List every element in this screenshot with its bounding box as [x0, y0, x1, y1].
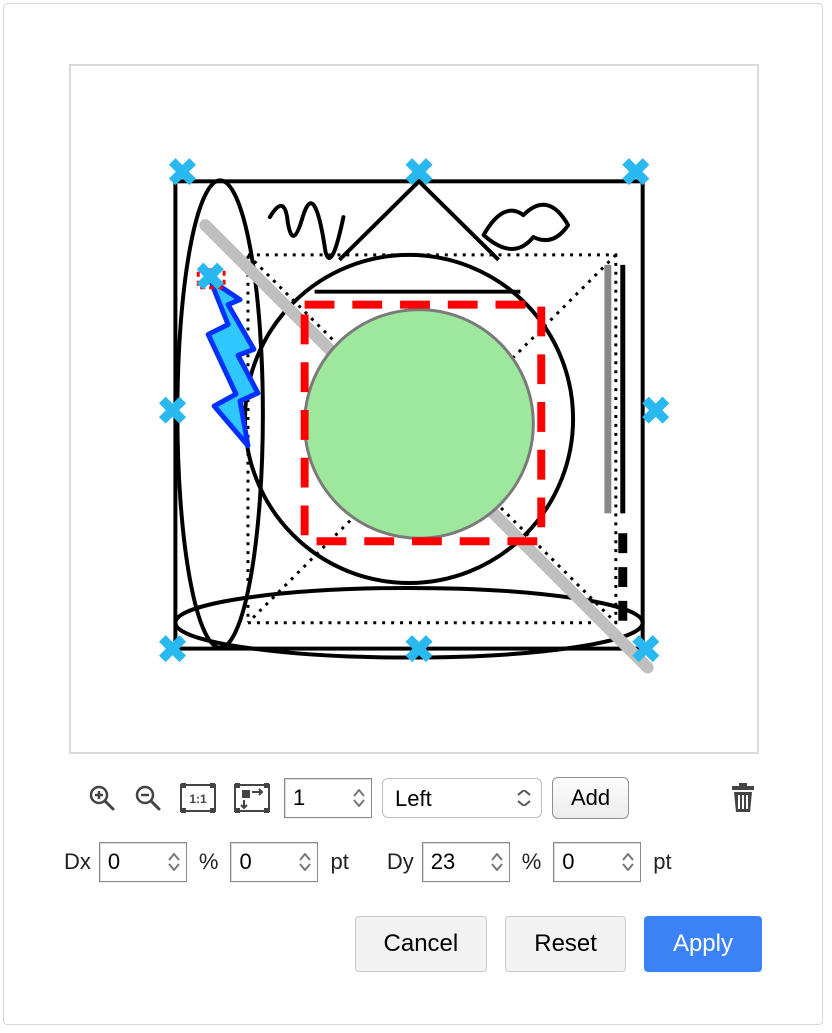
handle-marker[interactable]: ✖ — [630, 630, 662, 672]
pt-unit: pt — [326, 849, 352, 875]
chevron-down-icon — [353, 799, 365, 807]
handle-marker[interactable]: ✖ — [640, 391, 672, 433]
handle-marker[interactable]: ✖ — [403, 630, 435, 672]
chevron-up-icon — [491, 853, 503, 861]
position-select[interactable]: Left — [382, 778, 542, 818]
zoom-out-button[interactable] — [130, 780, 166, 816]
dialog-button-row: Cancel Reset Apply — [4, 882, 822, 972]
preview-svg: ✖ ✖ ✖ ✖ ✖ ✖ ✖ ✖ ✖ — [71, 66, 757, 752]
dx-percent-input[interactable] — [100, 843, 162, 881]
zoom-in-button[interactable] — [84, 780, 120, 816]
offset-row: Dx % pt Dy % — [4, 824, 822, 882]
reset-button[interactable]: Reset — [505, 916, 626, 972]
chevron-up-icon — [622, 853, 634, 861]
handle-marker[interactable]: ✖ — [194, 257, 226, 299]
dx-percent-stepper[interactable] — [162, 843, 186, 881]
chevron-down-icon — [168, 863, 180, 871]
zoom-fit-button[interactable] — [230, 778, 274, 818]
chevron-up-icon — [168, 853, 180, 861]
apply-button[interactable]: Apply — [644, 916, 762, 972]
dx-pt-spinner[interactable] — [230, 842, 318, 882]
dx-pt-input[interactable] — [231, 843, 293, 881]
dy-percent-input[interactable] — [423, 843, 485, 881]
dx-pt-stepper[interactable] — [293, 843, 317, 881]
dy-percent-spinner[interactable] — [422, 842, 510, 882]
chevron-down-icon — [299, 863, 311, 871]
chevron-up-icon — [353, 789, 365, 797]
chevron-down-icon — [491, 863, 503, 871]
handle-marker[interactable]: ✖ — [157, 630, 189, 672]
chevron-up-icon — [299, 853, 311, 861]
zoom-1to1-button[interactable]: 1:1 — [176, 778, 220, 818]
percent-unit: % — [195, 849, 223, 875]
count-stepper[interactable] — [347, 779, 371, 817]
percent-unit-2: % — [518, 849, 546, 875]
handle-marker[interactable]: ✖ — [403, 152, 435, 194]
dx-percent-spinner[interactable] — [99, 842, 187, 882]
dy-label: Dy — [387, 849, 414, 875]
preview-canvas[interactable]: ✖ ✖ ✖ ✖ ✖ ✖ ✖ ✖ ✖ — [69, 64, 759, 754]
handle-marker[interactable]: ✖ — [157, 391, 189, 433]
chevron-down-icon — [622, 863, 634, 871]
zoom-1to1-icon: 1:1 — [180, 782, 216, 814]
zoom-in-icon — [88, 784, 116, 812]
cancel-button[interactable]: Cancel — [355, 916, 488, 972]
trash-icon — [728, 782, 758, 814]
dx-label: Dx — [64, 849, 91, 875]
edit-offsets-dialog: ✖ ✖ ✖ ✖ ✖ ✖ ✖ ✖ ✖ — [3, 3, 823, 1025]
zoom-fit-icon — [234, 782, 270, 814]
count-input[interactable] — [285, 779, 347, 817]
delete-button[interactable] — [724, 778, 762, 818]
handle-marker[interactable]: ✖ — [620, 152, 652, 194]
dy-pt-spinner[interactable] — [553, 842, 641, 882]
toolbar: 1:1 Left Add — [4, 772, 822, 824]
pt-unit-2: pt — [649, 849, 675, 875]
svg-text:1:1: 1:1 — [189, 792, 207, 806]
handle-marker[interactable]: ✖ — [167, 152, 199, 194]
dy-pt-stepper[interactable] — [616, 843, 640, 881]
add-button[interactable]: Add — [552, 777, 629, 819]
dy-pt-input[interactable] — [554, 843, 616, 881]
dy-percent-stepper[interactable] — [485, 843, 509, 881]
zoom-out-icon — [134, 784, 162, 812]
count-spinner[interactable] — [284, 778, 372, 818]
